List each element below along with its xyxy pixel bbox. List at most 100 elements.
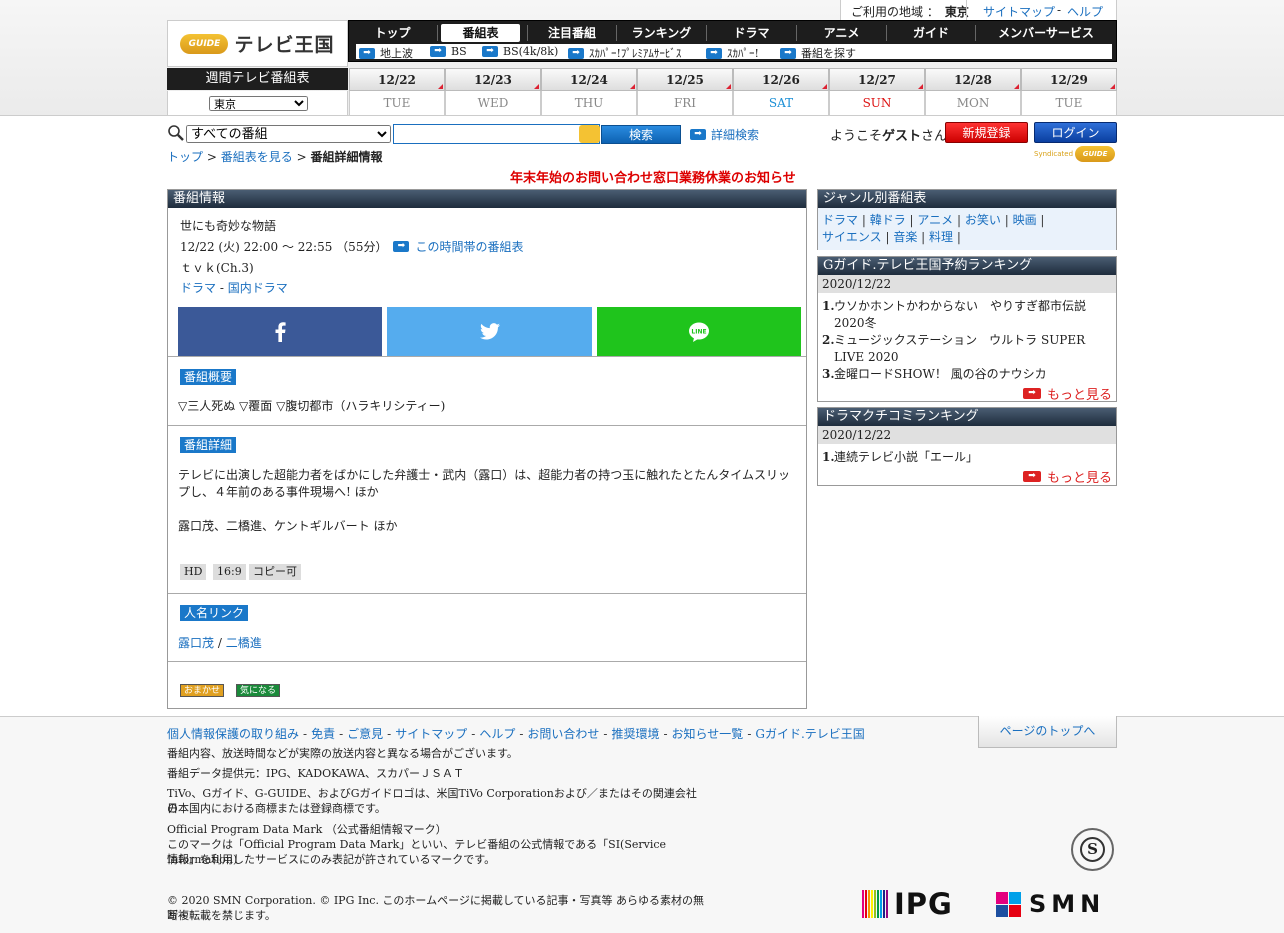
subnav-terrestrial[interactable]: ➡ 地上波 — [359, 45, 413, 61]
ranking-header: ドラマクチコミランキング — [818, 408, 1116, 426]
site-logo[interactable]: GUIDE テレビ王国 — [167, 20, 348, 67]
genre-item[interactable]: 音楽 — [893, 230, 917, 244]
genre-item[interactable]: ドラマ — [822, 213, 858, 227]
corner-triangle-icon — [1014, 84, 1019, 89]
program-title: 世にも奇妙な物語 — [180, 219, 277, 233]
subnav-skyperfect-premium[interactable]: ➡ ｽｶﾊﾟｰ!ﾌﾟﾚﾐｱﾑｻｰﾋﾞｽ — [568, 45, 681, 61]
person-link[interactable]: 二橋進 — [226, 636, 262, 650]
genre-link-domestic-drama[interactable]: 国内ドラマ — [228, 281, 288, 295]
genre-item[interactable]: 映画 — [1013, 213, 1037, 227]
date-tab[interactable]: 12/23 WED — [445, 68, 541, 116]
timeslot-schedule-link[interactable]: この時間帯の番組表 — [415, 238, 523, 255]
genre-link-drama[interactable]: ドラマ — [180, 281, 216, 295]
nav-member-service[interactable]: メンバーサービス — [976, 24, 1116, 42]
ranking-item[interactable]: 1. 連続テレビ小説「エール」 — [822, 449, 1112, 466]
date-tab[interactable]: 12/29 TUE — [1021, 68, 1117, 116]
rank-number: 2. — [822, 333, 835, 347]
login-button[interactable]: ログイン — [1034, 122, 1117, 143]
search-input[interactable] — [393, 124, 600, 144]
footer-link[interactable]: 推奨環境 — [611, 727, 659, 741]
subnav-bs[interactable]: ➡ BS — [430, 45, 467, 58]
category-select[interactable]: すべての番組 — [186, 125, 391, 143]
program-datetime: 12/22 (火) 22:00 ～ 22:55 （55分） — [180, 240, 388, 254]
breadcrumb-schedule[interactable]: 番組表を見る — [221, 150, 293, 164]
ipg-bars-icon — [862, 890, 888, 918]
nav-guide[interactable]: ガイド — [887, 24, 975, 42]
date-tab[interactable]: 12/28 MON — [925, 68, 1021, 116]
omakase-button[interactable]: おまかせ — [180, 684, 225, 697]
page-top-button[interactable]: ページのトップへ — [978, 716, 1117, 748]
nav-anime[interactable]: アニメ — [797, 24, 886, 42]
footer-link[interactable]: ご意見 — [347, 727, 383, 741]
date-tab[interactable]: 12/24 THU — [541, 68, 637, 116]
people-links: 露口茂 / 二橋進 — [178, 635, 798, 652]
welcome-text: ようこそゲストさん — [830, 125, 947, 144]
nav-schedule[interactable]: 番組表 — [441, 24, 520, 42]
nav-featured[interactable]: 注目番組 — [528, 24, 616, 42]
ranking-more-link[interactable]: ➡ もっと見る — [1022, 467, 1112, 486]
facebook-share-button[interactable] — [178, 307, 382, 356]
gguide-logo-icon: GUIDE — [180, 33, 229, 54]
nav-top[interactable]: トップ — [349, 24, 436, 42]
footer-link[interactable]: サイトマップ — [395, 727, 467, 741]
subnav-skyperfect[interactable]: ➡ ｽｶﾊﾟｰ! — [706, 45, 759, 61]
badge-hd: HD — [180, 564, 207, 580]
genre-item[interactable]: サイエンス — [822, 230, 882, 244]
genre-item[interactable]: 料理 — [929, 230, 953, 244]
genre-item[interactable]: お笑い — [965, 213, 1001, 227]
kininaru-button[interactable]: 気になる — [236, 684, 281, 697]
date-tab[interactable]: 12/26 SAT — [733, 68, 829, 116]
ranking-header: Gガイド.テレビ王国予約ランキング — [818, 257, 1116, 275]
footer-link-sep: - — [747, 727, 752, 741]
arrow-right-icon: ➡ — [690, 129, 706, 140]
footer-link[interactable]: 個人情報保護の取り組み — [167, 727, 299, 741]
syndicated-logo: Syndicated GUIDE — [1034, 146, 1116, 162]
footer-copyright-2: 写・転載を禁じます。 — [167, 909, 276, 922]
subnav-label: 番組を探す — [801, 47, 856, 60]
subnav-search-program[interactable]: ➡ 番組を探す — [780, 45, 856, 61]
ranking-item[interactable]: 3. 金曜ロードSHOW！ 風の谷のナウシカ — [822, 366, 1112, 383]
rank-number: 3. — [822, 367, 835, 381]
area-select[interactable]: 東京 — [209, 96, 308, 111]
help-link[interactable]: ヘルプ — [1067, 3, 1103, 20]
footer-link[interactable]: Gガイド.テレビ王国 — [755, 727, 864, 741]
genre-item[interactable]: 韓ドラ — [870, 213, 906, 227]
ranking-more-link[interactable]: ➡ もっと見る — [1022, 384, 1112, 403]
date-tab[interactable]: 12/27 SUN — [829, 68, 925, 116]
date-tab-weekday: TUE — [349, 91, 445, 116]
region-display: ご利用の地域 ：東京 — [851, 3, 969, 20]
date-tab[interactable]: 12/25 FRI — [637, 68, 733, 116]
nav-ranking[interactable]: ランキング — [617, 24, 706, 42]
ranking-item[interactable]: 1. ウソかホントかわからない やりすぎ都市伝説2020冬 — [822, 298, 1112, 332]
date-tab[interactable]: 12/22 TUE — [349, 68, 445, 116]
top-utility-bar: ご利用の地域 ：東京 サイトマップ - ヘルプ — [840, 0, 1117, 20]
person-link[interactable]: 露口茂 — [178, 636, 214, 650]
people-tag: 人名リンク — [180, 605, 249, 621]
footer-link[interactable]: 免責 — [311, 727, 335, 741]
corner-triangle-icon — [534, 84, 539, 89]
rank-number: 1. — [822, 299, 835, 313]
divider — [966, 0, 967, 20]
program-detail: テレビに出演した超能力者をばかにした弁護士・武内（露口）は、超能力者の持つ玉に触… — [178, 468, 791, 499]
sitemap-link[interactable]: サイトマップ — [983, 3, 1055, 20]
search-button[interactable]: 検索 — [601, 125, 681, 144]
ranking-item[interactable]: 2. ミュージックステーション ウルトラ SUPER LIVE 2020 — [822, 332, 1112, 366]
breadcrumb-top[interactable]: トップ — [167, 150, 203, 164]
subnav-label: BS — [451, 45, 467, 58]
welcome-post: さん — [921, 129, 948, 144]
footer-link[interactable]: お問い合わせ — [527, 727, 599, 741]
advanced-search-link[interactable]: ➡ 詳細検索 — [690, 126, 759, 143]
register-button[interactable]: 新規登録 — [945, 122, 1028, 143]
footer-disclaimer: 番組内容、放送時間などが実際の放送内容と異なる場合がございます。 — [167, 747, 518, 760]
holiday-notice-link[interactable]: 年末年始のお問い合わせ窓口業務休業のお知らせ — [510, 167, 796, 186]
genre-item[interactable]: アニメ — [917, 213, 953, 227]
date-tab-date: 12/26 — [733, 68, 829, 91]
subnav-bs-4k8k[interactable]: ➡ BS(4k/8k) — [482, 45, 558, 58]
breadcrumb-current: 番組詳細情報 — [310, 150, 383, 164]
line-share-button[interactable]: LINE — [597, 307, 801, 356]
footer-link[interactable]: ヘルプ — [479, 727, 515, 741]
official-data-mark-seal: S — [1071, 828, 1114, 871]
footer-link[interactable]: お知らせ一覧 — [672, 727, 744, 741]
nav-drama[interactable]: ドラマ — [707, 24, 796, 42]
twitter-share-button[interactable] — [387, 307, 592, 356]
